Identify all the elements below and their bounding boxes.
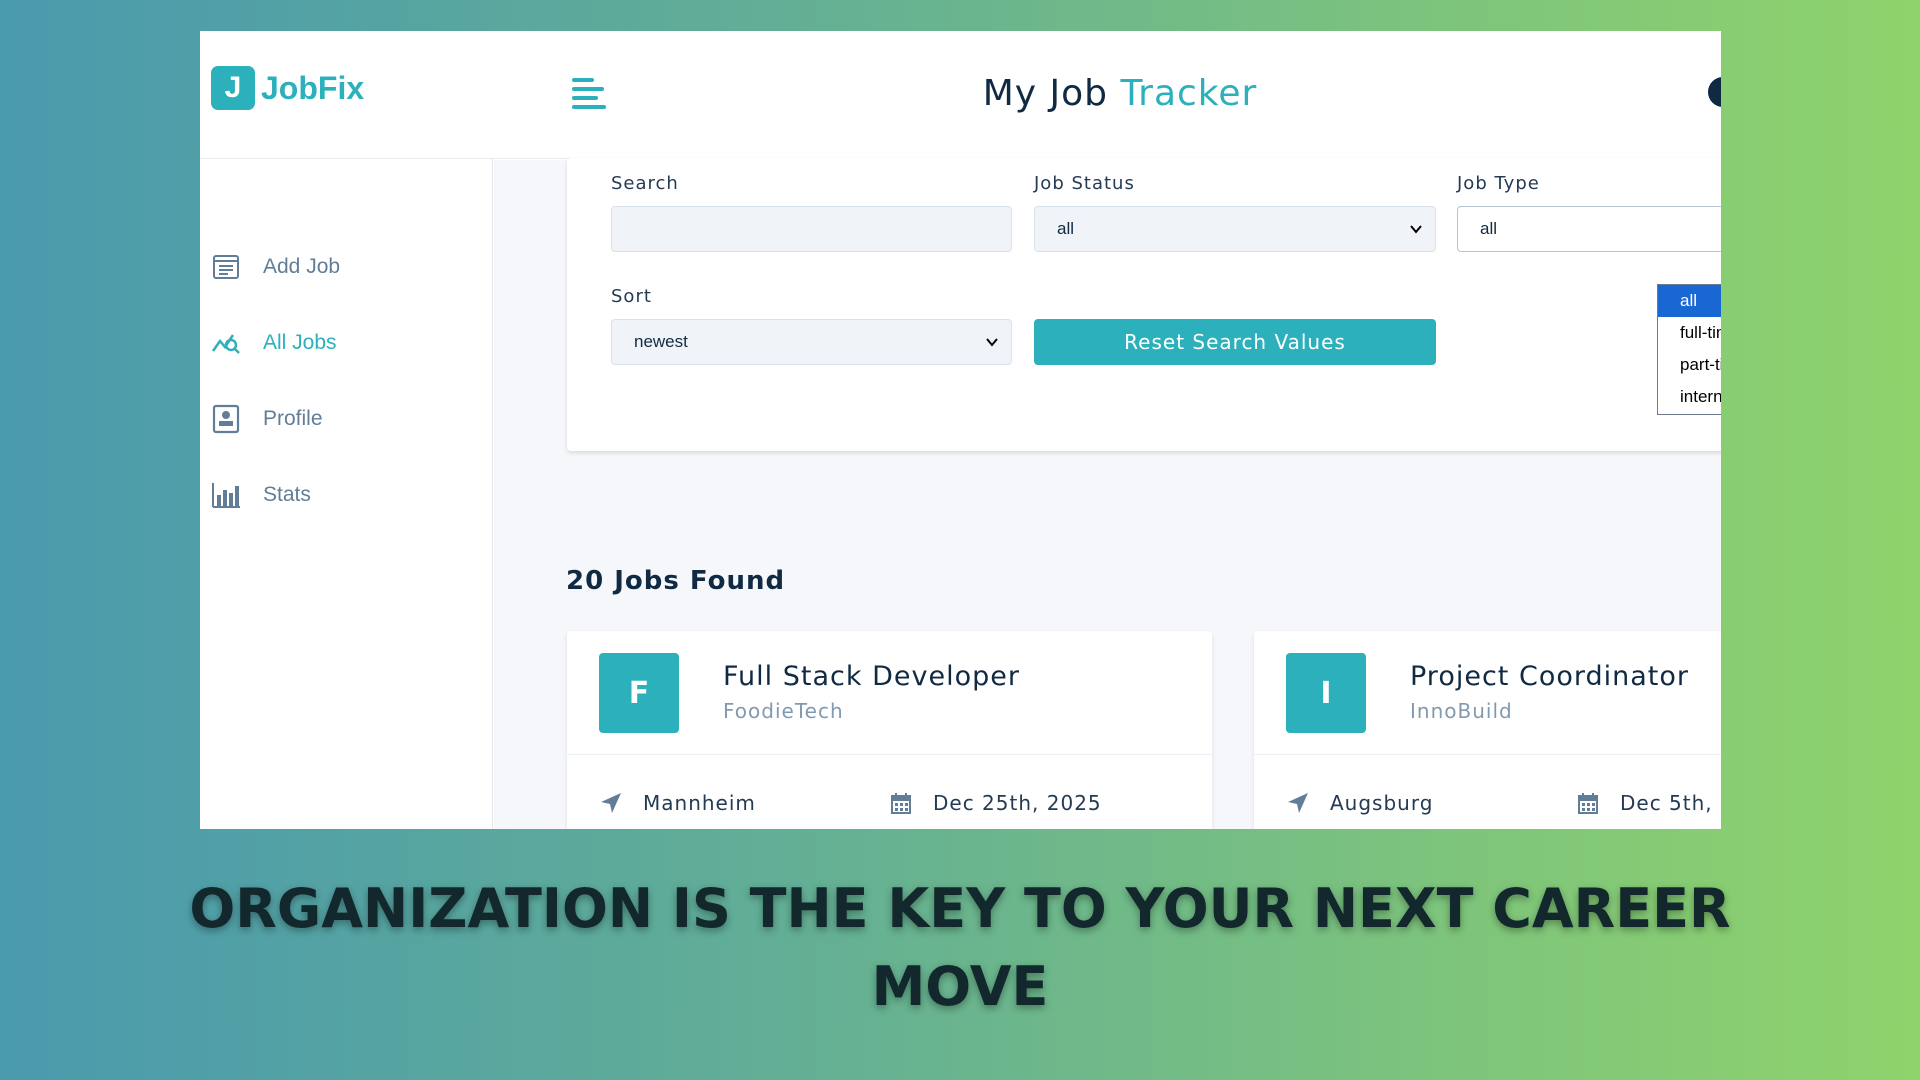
promo-caption: ORGANIZATION IS THE KEY TO YOUR NEXT CAR… bbox=[0, 870, 1920, 1026]
sidebar-item-label: Profile bbox=[263, 407, 323, 430]
chevron-down-icon bbox=[985, 334, 999, 354]
job-date: Dec 5th, 2 bbox=[1576, 791, 1721, 815]
job-location-text: Augsburg bbox=[1330, 791, 1434, 815]
location-arrow-icon bbox=[1286, 791, 1310, 815]
menu-icon bbox=[572, 77, 594, 82]
add-job-icon bbox=[211, 252, 241, 282]
all-jobs-icon bbox=[211, 328, 241, 358]
sidebar: Add Job All Jobs Profile Stats bbox=[200, 159, 493, 829]
job-type-value: all bbox=[1480, 219, 1498, 238]
job-date: Dec 25th, 2025 bbox=[889, 791, 1102, 815]
search-input[interactable] bbox=[611, 206, 1012, 252]
chevron-down-icon bbox=[1409, 221, 1423, 241]
page-title-main: My Job bbox=[982, 73, 1121, 114]
location-arrow-icon bbox=[599, 791, 623, 815]
top-navbar: J JobFix My Job Tracker bbox=[200, 31, 1721, 159]
sidebar-item-label: Add Job bbox=[263, 255, 341, 278]
page-title: My Job Tracker bbox=[900, 73, 1340, 114]
caption-line-1: ORGANIZATION IS THE KEY TO YOUR NEXT CAR… bbox=[189, 877, 1731, 940]
job-type-option-part-time[interactable]: part-time bbox=[1658, 349, 1721, 381]
job-status-select[interactable]: all bbox=[1034, 206, 1436, 252]
menu-icon bbox=[572, 104, 606, 109]
logo-mark: J bbox=[211, 66, 255, 110]
job-date-text: Dec 25th, 2025 bbox=[933, 791, 1102, 815]
main-content: Search Job Status all Job Type all Sort … bbox=[494, 158, 1721, 829]
company-avatar: I bbox=[1286, 653, 1366, 733]
stats-icon bbox=[211, 480, 241, 510]
job-status-value: all bbox=[1057, 219, 1075, 238]
job-card-header: F Full Stack Developer FoodieTech bbox=[567, 631, 1212, 755]
sidebar-item-label: Stats bbox=[263, 483, 311, 506]
menu-icon bbox=[572, 95, 598, 100]
job-location: Augsburg bbox=[1286, 791, 1433, 815]
job-status-label: Job Status bbox=[1034, 173, 1135, 194]
reset-search-button[interactable]: Reset Search Values bbox=[1034, 319, 1436, 365]
job-type-dropdown: all full-time part-time internship bbox=[1657, 284, 1721, 415]
jobs-found-heading: 20 Jobs Found bbox=[566, 566, 786, 596]
sidebar-item-label: All Jobs bbox=[263, 331, 337, 354]
job-type-label: Job Type bbox=[1457, 173, 1540, 194]
job-position: Full Stack Developer bbox=[723, 661, 1020, 692]
company-avatar: F bbox=[599, 653, 679, 733]
caption-line-2: MOVE bbox=[871, 955, 1049, 1018]
sidebar-item-add-job[interactable]: Add Job bbox=[211, 247, 340, 287]
profile-icon bbox=[211, 404, 241, 434]
job-type-option-all[interactable]: all bbox=[1658, 285, 1721, 317]
search-form: Search Job Status all Job Type all Sort … bbox=[567, 158, 1721, 451]
job-type-option-internship[interactable]: internship bbox=[1658, 381, 1721, 413]
job-date-text: Dec 5th, 2 bbox=[1620, 791, 1721, 815]
job-card: I Project Coordinator InnoBuild Augsburg… bbox=[1254, 631, 1721, 829]
job-company: InnoBuild bbox=[1410, 699, 1513, 723]
sort-label: Sort bbox=[611, 286, 652, 307]
job-company: FoodieTech bbox=[723, 699, 844, 723]
page-title-accent: Tracker bbox=[1120, 73, 1258, 114]
logo-text: JobFix bbox=[261, 69, 365, 106]
job-card-header: I Project Coordinator InnoBuild bbox=[1254, 631, 1721, 755]
job-card: F Full Stack Developer FoodieTech Mannhe… bbox=[567, 631, 1212, 829]
menu-icon bbox=[572, 86, 604, 91]
sidebar-item-all-jobs[interactable]: All Jobs bbox=[211, 323, 337, 363]
sidebar-item-stats[interactable]: Stats bbox=[211, 475, 311, 515]
job-location: Mannheim bbox=[599, 791, 756, 815]
calendar-icon bbox=[1576, 791, 1600, 815]
job-type-option-full-time[interactable]: full-time bbox=[1658, 317, 1721, 349]
menu-toggle-button[interactable] bbox=[572, 75, 608, 111]
job-location-text: Mannheim bbox=[643, 791, 756, 815]
search-label: Search bbox=[611, 173, 679, 194]
user-menu-button[interactable] bbox=[1708, 77, 1721, 107]
job-position: Project Coordinator bbox=[1410, 661, 1689, 692]
job-type-select[interactable]: all bbox=[1457, 206, 1721, 252]
sidebar-item-profile[interactable]: Profile bbox=[211, 399, 323, 439]
logo[interactable]: J JobFix bbox=[211, 66, 364, 110]
sort-select[interactable]: newest bbox=[611, 319, 1012, 365]
app-window: J JobFix My Job Tracker Add Job All Jobs bbox=[200, 31, 1721, 829]
sort-value: newest bbox=[634, 332, 688, 351]
calendar-icon bbox=[889, 791, 913, 815]
